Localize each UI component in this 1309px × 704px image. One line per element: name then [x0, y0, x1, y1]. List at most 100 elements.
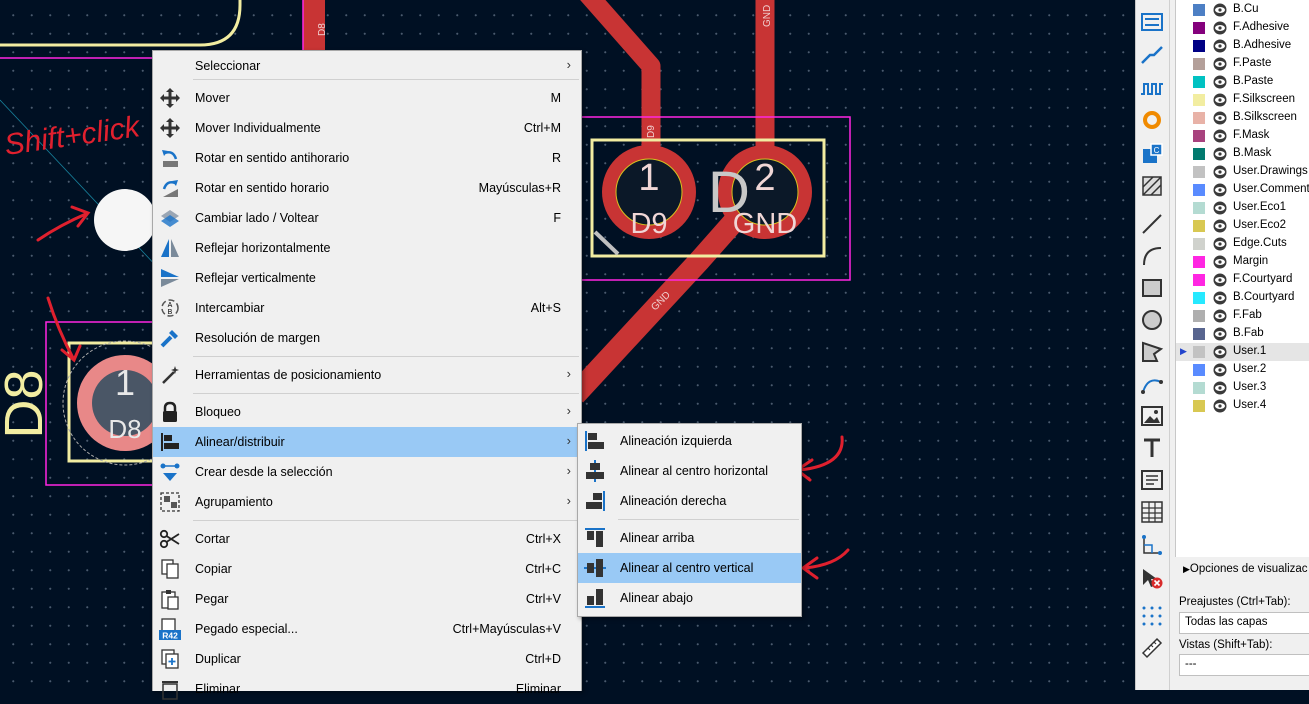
layer-color-swatch[interactable]	[1193, 220, 1205, 232]
visibility-eye-icon[interactable]	[1213, 381, 1227, 395]
layer-color-swatch[interactable]	[1193, 256, 1205, 268]
menu-item-intercambiar[interactable]: AB Intercambiar Alt+S	[153, 293, 581, 323]
menu-item-centro-horizontal[interactable]: Alinear al centro horizontal	[578, 456, 801, 486]
visibility-eye-icon[interactable]	[1213, 237, 1227, 251]
visibility-eye-icon[interactable]	[1213, 399, 1227, 413]
layer-color-swatch[interactable]	[1193, 112, 1205, 124]
visibility-eye-icon[interactable]	[1213, 255, 1227, 269]
layer-row[interactable]: B.Cu	[1176, 1, 1309, 19]
menu-item-alinear-distribuir[interactable]: Alinear/distribuir ›	[153, 427, 581, 457]
layer-color-swatch[interactable]	[1193, 94, 1205, 106]
add-rule-area-icon[interactable]	[1140, 174, 1164, 198]
menu-item-mover-individualmente[interactable]: Mover Individualmente Ctrl+M	[153, 113, 581, 143]
layer-color-swatch[interactable]	[1193, 274, 1205, 286]
via-icon[interactable]	[1140, 108, 1164, 132]
layer-row[interactable]: Edge.Cuts	[1176, 235, 1309, 253]
layer-color-swatch[interactable]	[1193, 76, 1205, 88]
layer-color-swatch[interactable]	[1193, 22, 1205, 34]
route-track-icon[interactable]	[1140, 43, 1164, 67]
menu-item-pegado-especial[interactable]: R42 Pegado especial... Ctrl+Mayúsculas+V	[153, 614, 581, 644]
layer-color-swatch[interactable]	[1193, 184, 1205, 196]
add-zone-icon[interactable]: C	[1140, 141, 1164, 165]
menu-item-rotar-horario[interactable]: Rotar en sentido horario Mayúsculas+R	[153, 173, 581, 203]
menu-item-cambiar-lado[interactable]: Cambiar lado / Voltear F	[153, 203, 581, 233]
textbox-icon[interactable]	[1140, 468, 1164, 492]
layer-row[interactable]: Margin	[1176, 253, 1309, 271]
layer-row[interactable]: F.Courtyard	[1176, 271, 1309, 289]
layer-row[interactable]: B.Mask	[1176, 145, 1309, 163]
menu-item-eliminar[interactable]: Eliminar Eliminar	[153, 674, 581, 704]
menu-item-copiar[interactable]: Copiar Ctrl+C	[153, 554, 581, 584]
layer-color-swatch[interactable]	[1193, 292, 1205, 304]
polygon-icon[interactable]	[1140, 340, 1164, 364]
layer-row[interactable]: F.Adhesive	[1176, 19, 1309, 37]
visibility-eye-icon[interactable]	[1213, 57, 1227, 71]
layer-color-swatch[interactable]	[1193, 130, 1205, 142]
tune-length-icon[interactable]	[1140, 76, 1164, 100]
menu-item-pegar[interactable]: Pegar Ctrl+V	[153, 584, 581, 614]
menu-item-cortar[interactable]: Cortar Ctrl+X	[153, 524, 581, 554]
layer-row[interactable]: F.Silkscreen	[1176, 91, 1309, 109]
line-icon[interactable]	[1140, 212, 1164, 236]
layer-row[interactable]: User.2	[1176, 361, 1309, 379]
circle-icon[interactable]	[1140, 308, 1164, 332]
text-icon[interactable]	[1140, 436, 1164, 460]
footprint-d9-gnd[interactable]: D 1 D9 2 GND	[574, 116, 851, 281]
table-icon[interactable]	[1140, 500, 1164, 524]
menu-item-seleccionar[interactable]: Seleccionar ›	[153, 51, 581, 81]
layer-row[interactable]: F.Fab	[1176, 307, 1309, 325]
measure-icon[interactable]	[1140, 636, 1164, 660]
context-menu[interactable]: Seleccionar › Mover M Mover Individualme…	[152, 50, 582, 700]
visibility-eye-icon[interactable]	[1213, 291, 1227, 305]
visibility-eye-icon[interactable]	[1213, 75, 1227, 89]
menu-item-duplicar[interactable]: Duplicar Ctrl+D	[153, 644, 581, 674]
layer-row[interactable]: ▶ User.1	[1176, 343, 1309, 361]
display-options-toggle[interactable]: ▶Opciones de visualizac	[1183, 563, 1308, 575]
menu-item-herramientas-posicionamiento[interactable]: Herramientas de posicionamiento ›	[153, 360, 581, 390]
menu-item-bloqueo[interactable]: Bloqueo ›	[153, 397, 581, 427]
layer-row[interactable]: User.Comments	[1176, 181, 1309, 199]
menu-item-crear-desde-seleccion[interactable]: Crear desde la selección ›	[153, 457, 581, 487]
layer-row[interactable]: B.Paste	[1176, 73, 1309, 91]
menu-item-mover[interactable]: Mover M	[153, 83, 581, 113]
visibility-eye-icon[interactable]	[1213, 201, 1227, 215]
menu-item-resolucion-margen[interactable]: Resolución de margen	[153, 323, 581, 353]
dimension-icon[interactable]	[1140, 533, 1164, 557]
layer-row[interactable]: B.Adhesive	[1176, 37, 1309, 55]
visibility-eye-icon[interactable]	[1213, 345, 1227, 359]
views-dropdown[interactable]: ---	[1179, 654, 1309, 676]
align-submenu[interactable]: Alineación izquierda Alinear al centro h…	[577, 423, 802, 617]
menu-item-reflejar-horizontal[interactable]: Reflejar horizontalmente	[153, 233, 581, 263]
layer-row[interactable]: B.Fab	[1176, 325, 1309, 343]
layer-row[interactable]: User.3	[1176, 379, 1309, 397]
grid-origin-icon[interactable]	[1140, 604, 1164, 628]
arc-icon[interactable]	[1140, 244, 1164, 268]
menu-item-alinear-abajo[interactable]: Alinear abajo	[578, 583, 801, 613]
visibility-eye-icon[interactable]	[1213, 309, 1227, 323]
layer-row[interactable]: B.Courtyard	[1176, 289, 1309, 307]
layer-color-swatch[interactable]	[1193, 400, 1205, 412]
visibility-eye-icon[interactable]	[1213, 273, 1227, 287]
route-diff-pair-icon[interactable]	[1140, 10, 1164, 34]
layer-row[interactable]: User.Drawings	[1176, 163, 1309, 181]
menu-item-reflejar-vertical[interactable]: Reflejar verticalmente	[153, 263, 581, 293]
visibility-eye-icon[interactable]	[1213, 183, 1227, 197]
menu-item-agrupamiento[interactable]: Agrupamiento ›	[153, 487, 581, 517]
visibility-eye-icon[interactable]	[1213, 129, 1227, 143]
layer-color-swatch[interactable]	[1193, 310, 1205, 322]
visibility-eye-icon[interactable]	[1213, 111, 1227, 125]
visibility-eye-icon[interactable]	[1213, 219, 1227, 233]
delete-icon[interactable]	[1140, 566, 1164, 590]
rectangle-icon[interactable]	[1140, 276, 1164, 300]
image-icon[interactable]	[1140, 404, 1164, 428]
layer-color-swatch[interactable]	[1193, 382, 1205, 394]
visibility-eye-icon[interactable]	[1213, 327, 1227, 341]
visibility-eye-icon[interactable]	[1213, 39, 1227, 53]
menu-item-rotar-antihorario[interactable]: Rotar en sentido antihorario R	[153, 143, 581, 173]
menu-item-alineacion-izquierda[interactable]: Alineación izquierda	[578, 426, 801, 456]
visibility-eye-icon[interactable]	[1213, 147, 1227, 161]
layer-row[interactable]: F.Mask	[1176, 127, 1309, 145]
visibility-eye-icon[interactable]	[1213, 3, 1227, 17]
layer-color-swatch[interactable]	[1193, 58, 1205, 70]
layer-color-swatch[interactable]	[1193, 328, 1205, 340]
